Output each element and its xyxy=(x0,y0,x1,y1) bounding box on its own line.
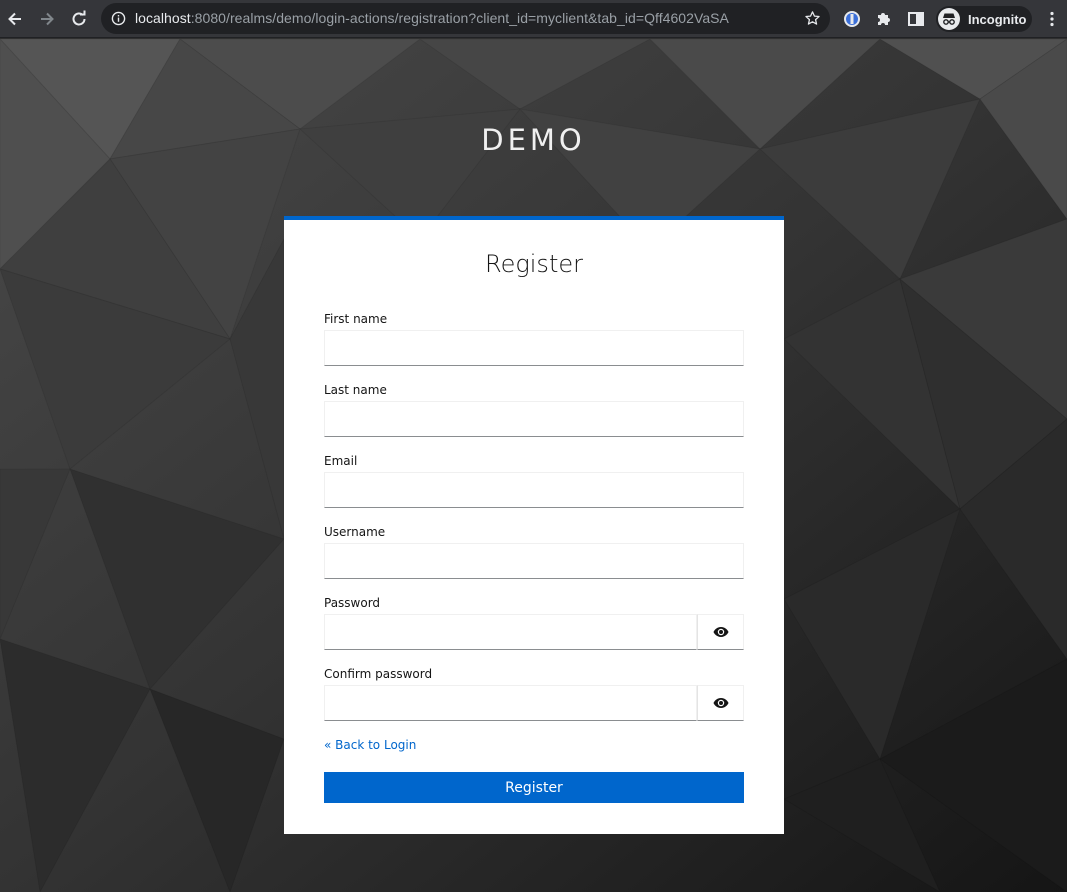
url-host: localhost xyxy=(135,10,191,26)
confirm-password-input[interactable] xyxy=(324,685,697,721)
address-bar[interactable]: localhost:8080/realms/demo/login-actions… xyxy=(101,3,830,34)
url-path: :8080/realms/demo/login-actions/registra… xyxy=(190,10,729,26)
email-input[interactable] xyxy=(324,472,744,508)
incognito-avatar-icon xyxy=(938,8,960,30)
forward-arrow-icon[interactable] xyxy=(35,7,59,31)
incognito-label: Incognito xyxy=(968,11,1027,27)
eye-icon xyxy=(713,627,728,637)
form-title: Register xyxy=(485,250,583,278)
confirm-password-label: Confirm password xyxy=(324,667,433,681)
eye-icon xyxy=(713,698,728,708)
last-name-input[interactable] xyxy=(324,401,744,437)
registration-card: Register First name Last name Email User… xyxy=(284,216,784,834)
username-input[interactable] xyxy=(324,543,744,579)
bookmark-star-icon[interactable] xyxy=(804,10,821,27)
password-input[interactable] xyxy=(324,614,697,650)
extensions-puzzle-icon[interactable] xyxy=(874,9,894,29)
reload-icon[interactable] xyxy=(67,7,91,31)
first-name-input[interactable] xyxy=(324,330,744,366)
username-label: Username xyxy=(324,525,386,539)
password-label: Password xyxy=(324,596,381,610)
first-name-label: First name xyxy=(324,312,388,326)
browser-toolbar: localhost:8080/realms/demo/login-actions… xyxy=(0,0,1067,38)
show-confirm-password-button[interactable] xyxy=(697,685,744,721)
email-label: Email xyxy=(324,454,358,468)
incognito-profile-button[interactable]: Incognito xyxy=(936,6,1032,32)
back-arrow-icon[interactable] xyxy=(3,7,27,31)
back-to-login-link[interactable]: « Back to Login xyxy=(324,738,416,752)
url-text: localhost:8080/realms/demo/login-actions… xyxy=(135,10,729,26)
password-manager-extension-icon[interactable] xyxy=(842,9,862,29)
info-icon[interactable] xyxy=(111,11,126,26)
realm-title: DEMO xyxy=(481,123,586,157)
register-button[interactable]: Register xyxy=(324,772,744,803)
login-page: DEMO Register First name Last name Email… xyxy=(0,39,1067,892)
show-password-button[interactable] xyxy=(697,614,744,650)
side-panel-icon[interactable] xyxy=(906,9,926,29)
browser-menu-icon[interactable] xyxy=(1043,10,1061,28)
last-name-label: Last name xyxy=(324,383,387,397)
